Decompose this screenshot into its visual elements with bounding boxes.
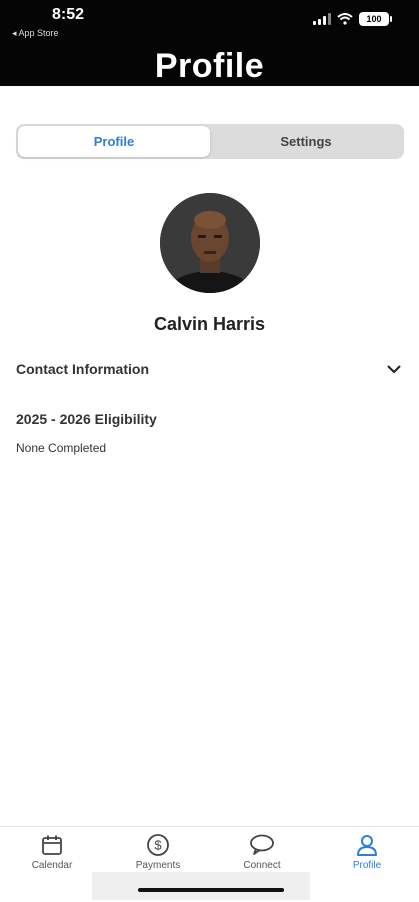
chat-bubble-icon bbox=[250, 834, 274, 855]
home-indicator[interactable] bbox=[138, 888, 284, 892]
page-title: Profile bbox=[154, 47, 265, 85]
contact-information-row[interactable]: Contact Information bbox=[16, 358, 401, 380]
svg-text:$: $ bbox=[154, 838, 162, 853]
battery-icon: 100 bbox=[359, 12, 392, 26]
contact-information-label: Contact Information bbox=[16, 361, 149, 377]
home-indicator-area bbox=[92, 872, 310, 900]
signal-icon bbox=[313, 13, 331, 25]
tab-connect-label: Connect bbox=[243, 860, 281, 871]
tab-connect[interactable]: Connect bbox=[222, 833, 302, 871]
user-name: Calvin Harris bbox=[153, 314, 266, 334]
tab-profile-nav[interactable]: Profile bbox=[327, 833, 407, 871]
tab-calendar[interactable]: Calendar bbox=[12, 833, 92, 871]
status-time: 8:52 bbox=[52, 6, 85, 23]
tab-settings[interactable]: Settings bbox=[210, 126, 402, 157]
avatar[interactable] bbox=[160, 193, 260, 293]
person-icon bbox=[357, 835, 377, 856]
profile-settings-segmented-control: Profile Settings bbox=[16, 124, 404, 159]
wifi-icon bbox=[337, 13, 353, 25]
calendar-icon bbox=[42, 835, 62, 855]
back-to-app-store-link[interactable]: ◂ App Store bbox=[12, 28, 59, 39]
tab-payments[interactable]: $ Payments bbox=[118, 833, 198, 871]
chevron-down-icon[interactable] bbox=[387, 365, 401, 374]
status-icons: 100 bbox=[313, 12, 392, 26]
eligibility-title: 2025 - 2026 Eligibility bbox=[16, 411, 157, 427]
eligibility-status: None Completed bbox=[16, 441, 107, 455]
header: 8:52 ◂ App Store 100 Profile bbox=[0, 0, 419, 86]
tab-profile-nav-label: Profile bbox=[352, 860, 382, 871]
profile-photo bbox=[160, 193, 260, 293]
dollar-icon: $ bbox=[147, 834, 169, 856]
tab-payments-label: Payments bbox=[135, 860, 181, 871]
tab-profile[interactable]: Profile bbox=[18, 126, 210, 157]
tab-calendar-label: Calendar bbox=[31, 860, 73, 871]
